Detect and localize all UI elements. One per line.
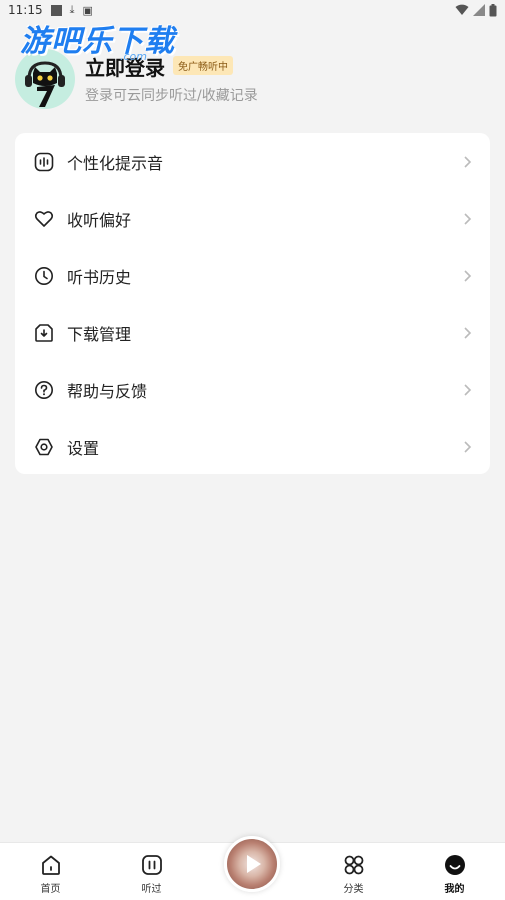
app-notification-icon: ▣ [82, 3, 93, 17]
menu-item-settings[interactable]: 设置 [15, 418, 490, 475]
menu-item-label: 收听偏好 [67, 210, 132, 230]
menu-card: 个性化提示音 收听偏好 听书历史 下载管理 帮助与反馈 设置 [15, 133, 490, 474]
nav-label: 听过 [141, 884, 162, 895]
download-box-icon [33, 322, 55, 344]
clock-icon [33, 265, 55, 287]
status-right [455, 3, 497, 17]
listened-icon [140, 853, 164, 877]
nav-label: 分类 [343, 884, 364, 895]
chevron-right-icon [464, 269, 472, 282]
chevron-right-icon [464, 383, 472, 396]
signal-icon [473, 4, 485, 16]
profile-icon [443, 853, 467, 877]
watermark-sub: .com [120, 50, 147, 63]
nav-label: 我的 [444, 884, 465, 895]
menu-item-label: 个性化提示音 [67, 153, 164, 173]
notification-square-icon [50, 4, 62, 16]
settings-hexagon-icon [33, 436, 55, 458]
watermark-logo: 游吧乐下载 [20, 24, 175, 59]
nav-item-category[interactable]: 分类 [303, 843, 404, 895]
heart-icon [33, 208, 55, 230]
status-time: 11:15 [8, 3, 43, 17]
now-playing-disc[interactable] [224, 836, 280, 892]
status-left: 11:15 ⤓ ▣ [8, 3, 93, 17]
menu-item-notification-sound[interactable]: 个性化提示音 [15, 133, 490, 190]
category-icon [342, 853, 366, 877]
login-subtitle: 登录可云同步听过/收藏记录 [85, 88, 258, 104]
menu-item-history[interactable]: 听书历史 [15, 247, 490, 304]
chevron-right-icon [464, 155, 472, 168]
nav-item-home[interactable]: 首页 [0, 843, 101, 895]
menu-item-download-management[interactable]: 下载管理 [15, 304, 490, 361]
menu-item-label: 帮助与反馈 [67, 381, 148, 401]
menu-item-label: 听书历史 [67, 267, 132, 287]
chevron-right-icon [464, 212, 472, 225]
nav-item-listened[interactable]: 听过 [101, 843, 202, 895]
download-status-icon: ⤓ [69, 3, 75, 16]
help-circle-icon [33, 379, 55, 401]
waveform-icon [33, 151, 55, 173]
chevron-right-icon [464, 440, 472, 453]
ad-free-badge: 免广畅听中 [173, 56, 233, 75]
home-icon [39, 853, 63, 877]
nav-item-profile[interactable]: 我的 [404, 843, 505, 895]
menu-item-help-feedback[interactable]: 帮助与反馈 [15, 361, 490, 418]
menu-item-label: 下载管理 [67, 324, 132, 344]
nav-label: 首页 [40, 884, 61, 895]
play-icon [247, 855, 261, 873]
chevron-right-icon [464, 326, 472, 339]
menu-item-label: 设置 [67, 438, 100, 458]
wifi-icon [455, 4, 469, 15]
battery-icon [489, 3, 497, 16]
menu-item-listening-preference[interactable]: 收听偏好 [15, 190, 490, 247]
